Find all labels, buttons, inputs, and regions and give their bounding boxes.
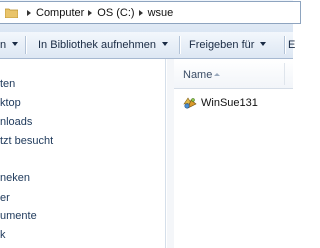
navigation-pane: ten ktop nloads tzt besucht neken er ume… <box>0 59 165 248</box>
toolbar-separator <box>284 36 285 54</box>
application-icon <box>182 95 198 111</box>
file-list: Name WinSue131 <box>174 59 293 248</box>
nav-item-favorites[interactable]: ten <box>0 78 15 90</box>
nav-item-documents[interactable]: umente <box>0 210 37 222</box>
crumb-folder[interactable]: wsue <box>148 7 174 19</box>
breadcrumb[interactable]: Computer OS (C:) wsue <box>0 1 301 24</box>
dropdown-arrow-icon <box>12 42 19 47</box>
toolbar-separator <box>179 36 180 54</box>
address-bar: Computer OS (C:) wsue <box>0 0 301 33</box>
folder-icon <box>5 8 18 18</box>
nav-item-desktop[interactable]: ktop <box>0 97 21 109</box>
column-name-label: Name <box>183 69 213 81</box>
share-with-label: Freigeben für <box>189 39 255 51</box>
include-in-library-label: In Bibliothek aufnehmen <box>38 39 157 51</box>
column-divider[interactable] <box>284 63 285 85</box>
burn-button[interactable]: E <box>288 39 295 51</box>
sort-ascending-icon <box>214 73 220 76</box>
chevron-right-icon[interactable] <box>88 9 93 16</box>
nav-item-music[interactable]: k <box>0 229 6 241</box>
dropdown-arrow-icon <box>162 42 169 47</box>
include-in-library-button[interactable]: In Bibliothek aufnehmen <box>38 39 169 51</box>
chevron-right-icon[interactable] <box>27 9 31 16</box>
chevron-right-icon[interactable] <box>138 9 143 16</box>
crumb-drive[interactable]: OS (C:) <box>97 7 134 19</box>
dropdown-arrow-icon <box>260 42 267 47</box>
file-name: WinSue131 <box>201 97 258 109</box>
toolbar-separator <box>25 36 26 54</box>
nav-scrollbar[interactable] <box>167 59 174 248</box>
organize-button[interactable]: n <box>0 39 19 51</box>
organize-label: n <box>0 39 7 51</box>
file-row[interactable]: WinSue131 <box>182 94 258 112</box>
command-bar: n In Bibliothek aufnehmen Freigeben für … <box>0 32 295 59</box>
nav-item-recent-places[interactable]: tzt besucht <box>0 135 53 147</box>
nav-item-pictures[interactable]: er <box>0 192 10 204</box>
column-header-name[interactable]: Name <box>174 59 293 89</box>
nav-item-libraries[interactable]: neken <box>0 172 30 184</box>
nav-item-downloads[interactable]: nloads <box>0 116 32 128</box>
share-with-button[interactable]: Freigeben für <box>189 39 267 51</box>
crumb-computer[interactable]: Computer <box>36 7 84 19</box>
